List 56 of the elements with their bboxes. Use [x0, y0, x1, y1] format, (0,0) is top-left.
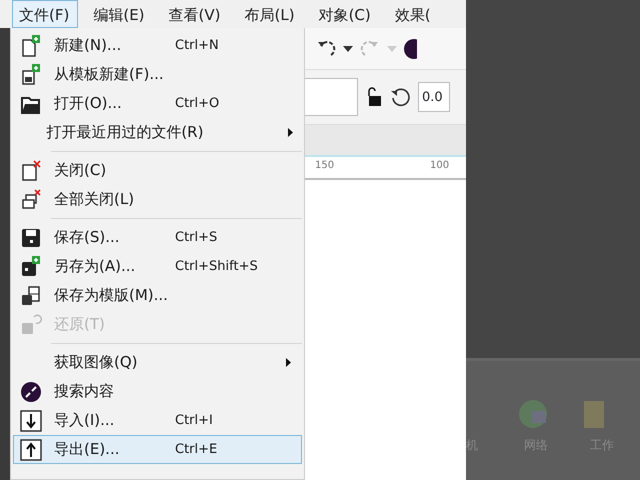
menu-item[interactable]: 另存为(A)... Ctrl+Shift+S [13, 252, 302, 281]
menu-item-label: 导入(I)... [54, 410, 114, 432]
menu-item-label: 获取图像(Q) [54, 352, 138, 374]
menu-item-label: 打开最近用过的文件(R) [46, 122, 204, 144]
size-field[interactable] [305, 78, 358, 116]
menu-item[interactable]: 导入(I)... Ctrl+I [13, 406, 302, 435]
menu-item-label: 保存(S)... [54, 227, 120, 248]
template-icon [20, 64, 42, 86]
shortcut-text: Ctrl+E [175, 440, 218, 459]
search-icon [20, 380, 42, 402]
template-icon [20, 284, 42, 306]
menu-item[interactable]: 从模板新建(F)... [13, 60, 302, 89]
menu-item[interactable]: 搜索内容 [13, 377, 302, 406]
menu-item[interactable]: 新建(N)... Ctrl+N [13, 31, 302, 60]
menu-item-label: 打开(O)... [54, 93, 122, 114]
menu-item-label: 另存为(A)... [54, 256, 136, 278]
revert-icon [20, 314, 42, 336]
rotate-icon [390, 87, 410, 107]
menu-item[interactable]: 打开(O)... Ctrl+O [13, 89, 302, 118]
menu-item[interactable]: 打开最近用过的文件(R) [13, 118, 302, 147]
shortcut-text: Ctrl+Shift+S [175, 258, 259, 276]
menu-item-label: 导出(E)... [54, 439, 120, 460]
menu-item-label: 保存为模版(M)... [54, 285, 168, 306]
menu-item-label: 全部关闭(L) [54, 189, 134, 210]
shortcut-text: Ctrl+I [175, 412, 214, 430]
menu-item[interactable]: 查看(V) [162, 0, 230, 28]
new-document-icon [20, 34, 42, 56]
shortcut-text: Ctrl+S [175, 228, 218, 247]
menu-item[interactable]: 导出(E)... Ctrl+E [13, 435, 302, 464]
menu-item[interactable]: 对象(C) [312, 0, 380, 28]
menu-item[interactable]: 文件(F) [12, 0, 78, 28]
globe-icon [518, 399, 548, 429]
menu-item[interactable]: 关闭(C) [13, 156, 302, 185]
menu-item-label: 从模板新建(F)... [54, 64, 164, 86]
menu-item[interactable]: 编辑(E) [86, 0, 154, 28]
menu-item-label: 新建(N)... [54, 35, 122, 56]
shortcut-text: Ctrl+O [175, 94, 220, 113]
menu-item[interactable]: 获取图像(Q) [13, 348, 302, 377]
menu-item[interactable]: 布局(L) [238, 0, 304, 28]
floppy-disk-icon [20, 256, 42, 278]
ruler-label: 100 [430, 159, 450, 173]
shortcut-text: Ctrl+N [175, 36, 220, 55]
lock-icon[interactable] [366, 87, 382, 107]
menu-item-label: 还原(T) [54, 314, 105, 336]
angle-field[interactable]: 0.0 [418, 82, 450, 112]
menu-item[interactable]: 保存为模版(M)... [13, 281, 302, 310]
menu-item-label: 关闭(C) [54, 160, 106, 182]
close-all-icon [20, 188, 42, 210]
dropdown-arrow-icon[interactable] [343, 46, 353, 52]
menu-item[interactable]: 保存(S)... Ctrl+S [13, 223, 302, 252]
folder-icon [583, 399, 605, 429]
ruler-label: 150 [315, 159, 334, 173]
close-document-icon [20, 160, 42, 182]
menu-item[interactable]: 效果( [388, 0, 440, 28]
menu-item-label: 搜索内容 [54, 381, 114, 402]
menu-item[interactable]: 全部关闭(L) [13, 185, 302, 214]
